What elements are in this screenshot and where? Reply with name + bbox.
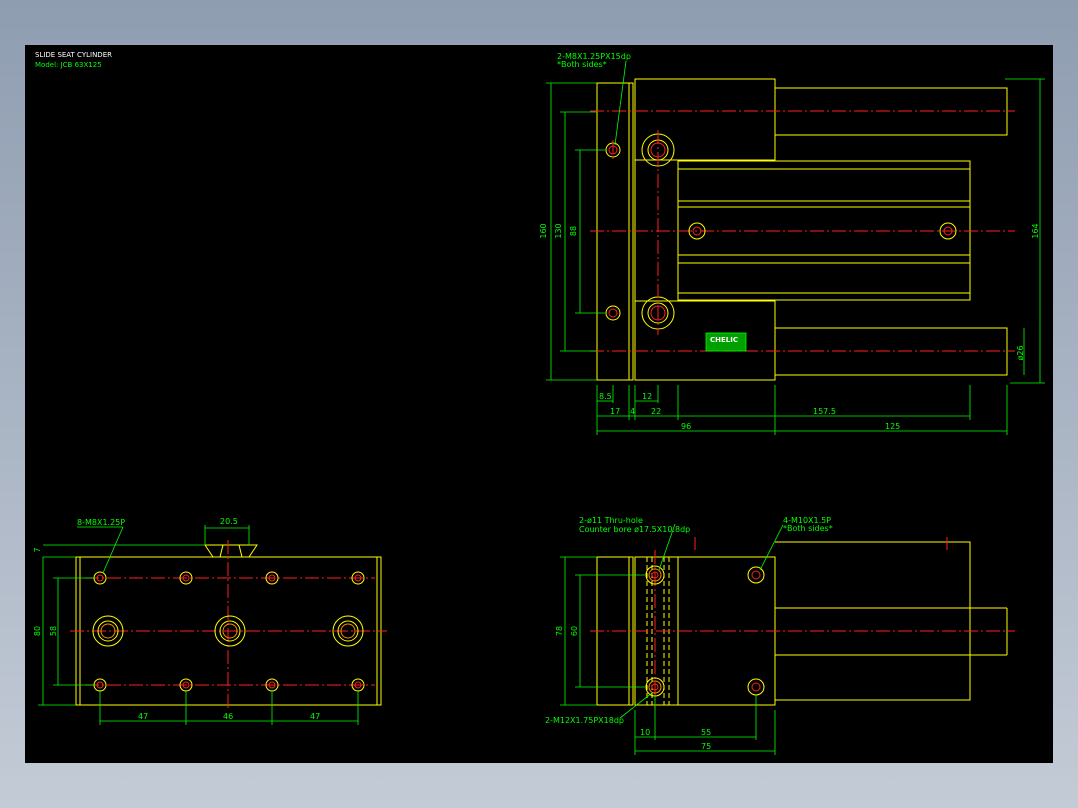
- dim-157-5: 157.5: [813, 407, 836, 416]
- dim-8-5: 8.5: [599, 392, 612, 401]
- front-lower-tap-callout: 2-M12X1.75PX18dp: [545, 716, 624, 725]
- top-tap-note: *Both sides*: [557, 60, 607, 69]
- drawing-sheet: SLIDE SEAT CYLINDER Model: JCB 63X125 CH…: [25, 45, 1053, 763]
- dim-17: 17: [610, 407, 620, 416]
- front-barrel: [775, 541, 971, 701]
- lower-slide-block: [634, 300, 776, 381]
- dim-46: 46: [223, 712, 233, 721]
- dim-dia-26: ø26: [1016, 345, 1025, 360]
- dim-10: 10: [640, 728, 650, 737]
- front-thru-callout: 2-ø11 Thru-hole: [579, 516, 643, 525]
- dim-164: 164: [1031, 223, 1040, 238]
- dim-20-5: 20.5: [220, 517, 238, 526]
- drawing-title: SLIDE SEAT CYLINDER: [35, 51, 112, 59]
- cad-drawing: SLIDE SEAT CYLINDER Model: JCB 63X125 CH…: [33, 51, 1045, 755]
- bottom-view: 8-M8X1.25P 20.5 7 80 58 47 46 47: [33, 517, 387, 725]
- dim-55: 55: [701, 728, 711, 737]
- dim-160: 160: [539, 223, 548, 238]
- front-tap-note: *Both sides*: [783, 524, 833, 533]
- upper-slide-block: [634, 78, 776, 161]
- dim-75: 75: [701, 742, 711, 751]
- label-plate-text: CHELIC: [710, 336, 738, 344]
- bottom-tap-callout: 8-M8X1.25P: [77, 518, 125, 527]
- dim-130: 130: [554, 223, 563, 238]
- dim-47-right: 47: [310, 712, 320, 721]
- dim-47-left: 47: [138, 712, 148, 721]
- top-view: CHELIC 2-M8X1.25PX15dp *Both sides* 160 …: [539, 52, 1045, 435]
- model-number: Model: JCB 63X125: [35, 61, 102, 69]
- dim-58: 58: [49, 626, 58, 636]
- dim-60: 60: [570, 626, 579, 636]
- dim-96: 96: [681, 422, 691, 431]
- dim-88: 88: [569, 226, 578, 236]
- dim-7: 7: [33, 547, 42, 552]
- dim-80: 80: [33, 626, 42, 636]
- dim-22: 22: [651, 407, 661, 416]
- dim-12: 12: [642, 392, 652, 401]
- mounting-tab: [204, 544, 258, 558]
- dim-78: 78: [555, 626, 564, 636]
- front-view: 2-ø11 Thru-hole Counter bore ø17.5X10.8d…: [545, 516, 1015, 755]
- dim-4: 4: [630, 407, 635, 416]
- front-counterbore-callout: Counter bore ø17.5X10.8dp: [579, 525, 690, 534]
- dim-125: 125: [885, 422, 900, 431]
